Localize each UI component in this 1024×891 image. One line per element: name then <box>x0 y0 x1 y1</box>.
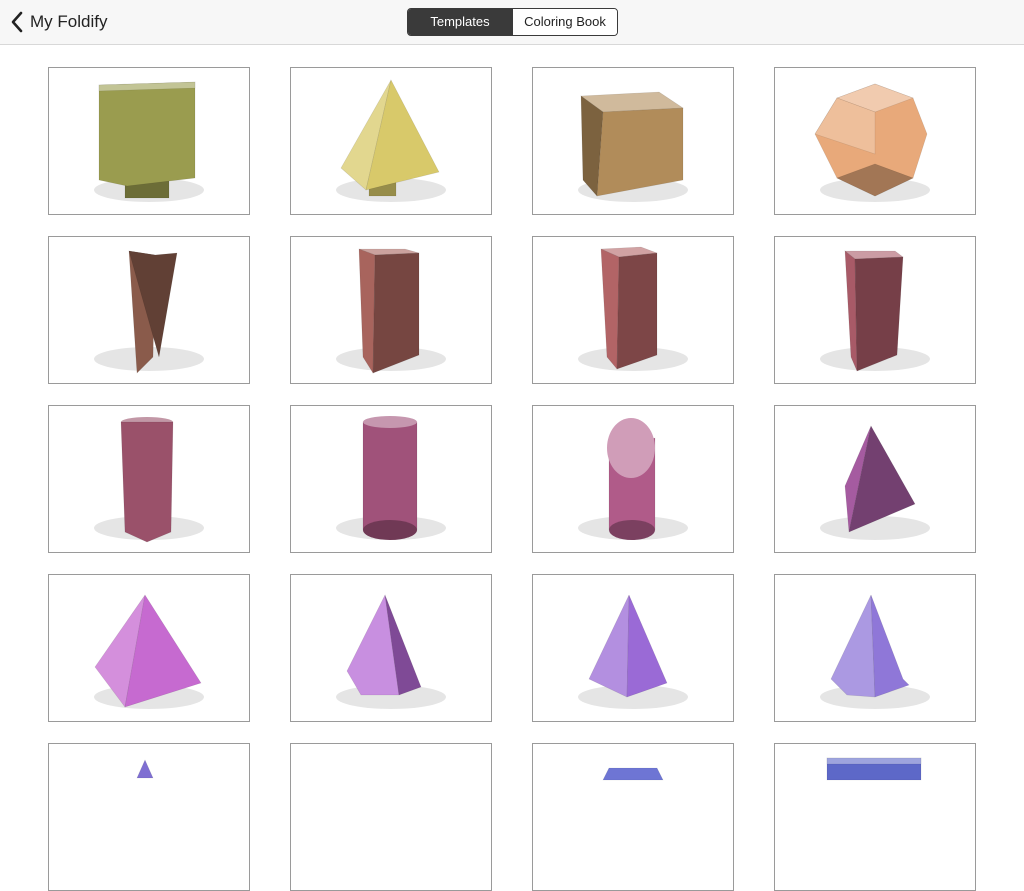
segment-coloring-book[interactable]: Coloring Book <box>512 9 617 35</box>
template-tile[interactable] <box>290 405 492 553</box>
template-grid <box>48 67 976 891</box>
template-tile[interactable] <box>290 574 492 722</box>
template-tile[interactable] <box>48 236 250 384</box>
segmented-control: Templates Coloring Book <box>407 8 618 36</box>
template-tile[interactable] <box>774 405 976 553</box>
template-tile[interactable] <box>48 67 250 215</box>
template-tile[interactable] <box>290 67 492 215</box>
template-tile[interactable] <box>48 405 250 553</box>
template-tile[interactable] <box>532 405 734 553</box>
template-tile[interactable] <box>532 743 734 891</box>
template-tile[interactable] <box>774 743 976 891</box>
template-tile[interactable] <box>774 67 976 215</box>
back-button[interactable]: My Foldify <box>10 10 107 34</box>
chevron-left-icon <box>10 11 24 33</box>
template-tile[interactable] <box>774 574 976 722</box>
navigation-bar: My Foldify Templates Coloring Book <box>0 0 1024 45</box>
back-button-label: My Foldify <box>30 12 108 31</box>
template-tile[interactable] <box>290 743 492 891</box>
template-tile[interactable] <box>290 236 492 384</box>
template-tile[interactable] <box>532 236 734 384</box>
template-tile[interactable] <box>48 574 250 722</box>
segment-templates[interactable]: Templates <box>408 9 512 35</box>
template-tile[interactable] <box>532 574 734 722</box>
template-tile[interactable] <box>532 67 734 215</box>
template-tile[interactable] <box>48 743 250 891</box>
template-tile[interactable] <box>774 236 976 384</box>
